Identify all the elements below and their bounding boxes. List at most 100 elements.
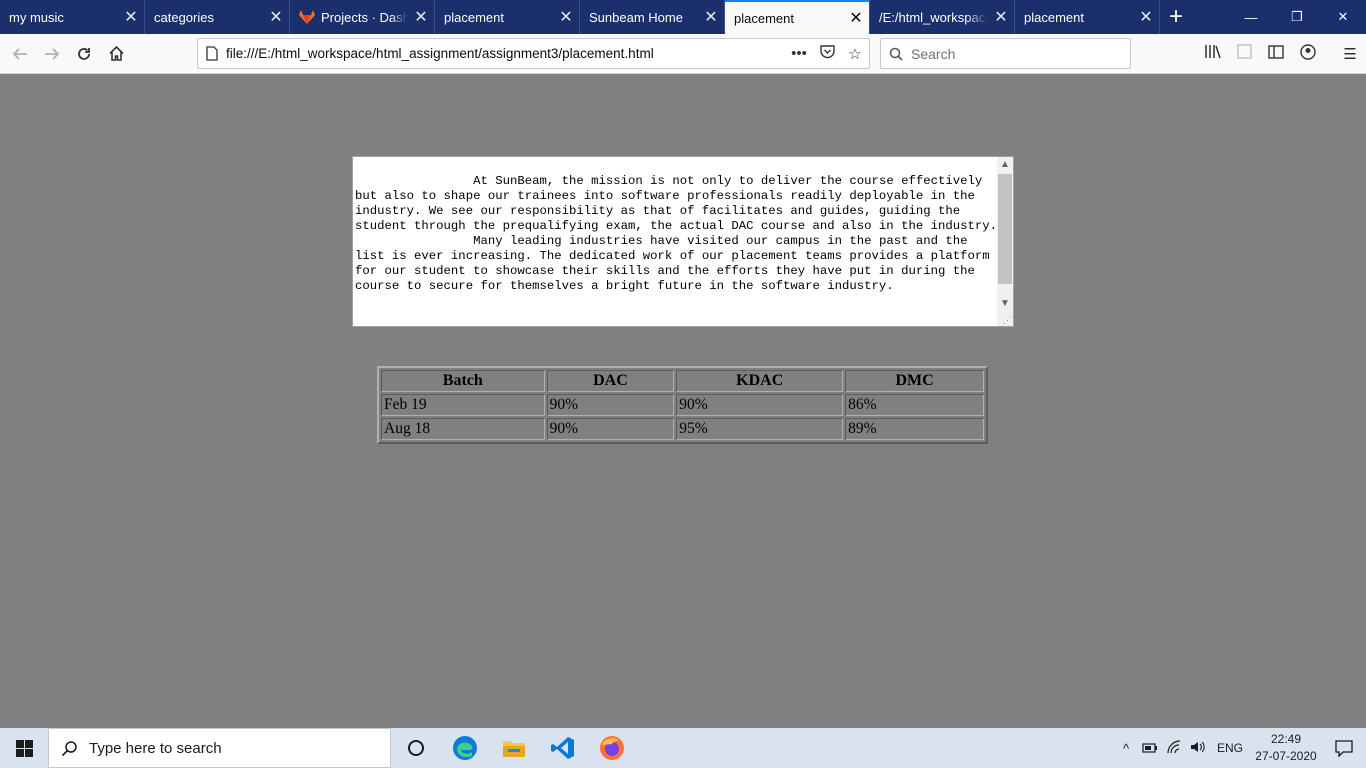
table-cell: 90% [676, 394, 844, 416]
page-content: At SunBeam, the mission is not only to d… [0, 74, 1366, 728]
close-icon[interactable]: ✕ [408, 7, 434, 27]
sidebar-icon[interactable] [1260, 44, 1292, 63]
back-button[interactable] [4, 38, 36, 70]
back-arrow-icon [12, 47, 27, 60]
tab-html-workspace[interactable]: /E:/html_workspace ✕ [870, 0, 1015, 34]
close-icon[interactable]: ✕ [118, 7, 144, 27]
tab-title: my music [9, 9, 64, 25]
table-row: Feb 19 90% 90% 86% [381, 394, 984, 416]
table-cell: Feb 19 [381, 394, 545, 416]
column-header: DAC [546, 370, 675, 392]
tab-projects-dashboard[interactable]: Projects · Dashboard ✕ [290, 0, 435, 34]
toolbar-right: ☰ [1196, 38, 1366, 69]
tab-title: /E:/html_workspace [879, 9, 988, 25]
search-icon [49, 740, 89, 757]
scroll-up-icon[interactable]: ▲ [997, 157, 1013, 173]
resize-grip-icon[interactable]: ⋰ [1003, 315, 1012, 326]
synced-tabs-icon[interactable] [1228, 44, 1260, 63]
edge-icon [452, 736, 477, 760]
tab-placement[interactable]: placement ✕ [435, 0, 580, 34]
close-icon[interactable]: ✕ [263, 7, 289, 27]
pocket-icon[interactable] [813, 44, 841, 63]
close-icon[interactable]: ✕ [553, 7, 579, 27]
restore-icon[interactable]: ❐ [1274, 0, 1320, 34]
new-tab-button[interactable]: + [1160, 0, 1192, 34]
taskbar-firefox[interactable] [587, 728, 636, 768]
wifi-icon[interactable] [1162, 739, 1186, 757]
url-text[interactable]: file:///E:/html_workspace/html_assignmen… [226, 46, 785, 61]
navigation-toolbar: file:///E:/html_workspace/html_assignmen… [0, 34, 1366, 74]
reload-button[interactable] [68, 38, 100, 70]
table-cell: 89% [845, 418, 984, 440]
menu-icon[interactable]: ☰ [1334, 45, 1366, 63]
tab-title: placement [1024, 9, 1084, 25]
window-controls: — ❐ ✕ [1228, 0, 1366, 34]
taskbar-edge[interactable] [440, 728, 489, 768]
cortana-icon [407, 740, 424, 756]
about-textarea[interactable]: At SunBeam, the mission is not only to d… [352, 156, 1014, 327]
close-icon[interactable]: ✕ [843, 8, 869, 28]
cortana-button[interactable] [391, 728, 440, 768]
textarea-content[interactable]: At SunBeam, the mission is not only to d… [355, 174, 997, 294]
page-actions-icon[interactable]: ••• [785, 45, 813, 62]
forward-button[interactable] [36, 38, 68, 70]
textarea-scrollbar[interactable]: ▲ ▼ ⋰ [997, 157, 1013, 326]
battery-icon[interactable] [1138, 741, 1162, 756]
taskbar: Type here to search ^ ENG 22:49 27-07-20… [0, 728, 1366, 768]
windows-logo-icon [15, 739, 33, 757]
page-icon [198, 46, 226, 61]
chevron-up-icon[interactable]: ^ [1114, 741, 1138, 756]
forward-arrow-icon [45, 47, 60, 60]
tab-placement-2[interactable]: placement ✕ [1015, 0, 1160, 34]
taskbar-search-box[interactable]: Type here to search [48, 728, 391, 768]
minimize-icon[interactable]: — [1228, 0, 1274, 34]
scrollbar-thumb[interactable] [998, 174, 1012, 284]
tab-title: placement [734, 10, 794, 26]
placement-table: Batch DAC KDAC DMC Feb 19 90% 90% 86% Au… [377, 366, 988, 444]
table-cell: 95% [676, 418, 844, 440]
tab-title: placement [444, 9, 504, 25]
bookmark-star-icon[interactable]: ☆ [841, 45, 869, 63]
table-cell: Aug 18 [381, 418, 545, 440]
notification-icon [1335, 739, 1353, 757]
scroll-down-icon[interactable]: ▼ [997, 296, 1013, 312]
table-row: Aug 18 90% 95% 89% [381, 418, 984, 440]
vscode-icon [550, 737, 574, 759]
column-header: DMC [845, 370, 984, 392]
tab-title: categories [154, 9, 214, 25]
home-button[interactable] [100, 38, 132, 70]
tab-categories[interactable]: categories ✕ [145, 0, 290, 34]
tab-title: Sunbeam Home [589, 9, 683, 25]
clock-time: 22:49 [1270, 732, 1302, 746]
clock[interactable]: 22:49 27-07-2020 [1250, 731, 1322, 765]
address-bar[interactable]: file:///E:/html_workspace/html_assignmen… [197, 38, 870, 69]
language-indicator[interactable]: ENG [1210, 741, 1250, 755]
tab-placement-active[interactable]: placement ✕ [725, 0, 870, 34]
column-header: KDAC [676, 370, 844, 392]
taskbar-file-explorer[interactable] [489, 728, 538, 768]
close-icon[interactable]: ✕ [698, 7, 724, 27]
library-icon[interactable] [1196, 44, 1228, 63]
table-cell: 90% [546, 394, 675, 416]
notifications-button[interactable] [1322, 739, 1366, 757]
search-placeholder: Search [911, 45, 956, 62]
close-icon[interactable]: ✕ [988, 7, 1014, 27]
window-close-icon[interactable]: ✕ [1320, 0, 1366, 34]
system-tray: ^ ENG 22:49 27-07-2020 [1114, 728, 1366, 768]
table-header-row: Batch DAC KDAC DMC [381, 370, 984, 392]
firefox-icon [599, 736, 624, 760]
search-bar[interactable]: Search [880, 38, 1131, 69]
taskbar-vscode[interactable] [538, 728, 587, 768]
tab-title: Projects · Dashboard [321, 9, 408, 25]
reload-icon [78, 47, 90, 60]
gitlab-icon [299, 10, 315, 24]
volume-icon[interactable] [1186, 740, 1210, 757]
table-cell: 86% [845, 394, 984, 416]
tab-my-music[interactable]: my music ✕ [0, 0, 145, 34]
close-icon[interactable]: ✕ [1133, 7, 1159, 27]
search-icon [881, 47, 911, 61]
start-button[interactable] [0, 728, 48, 768]
tab-sunbeam-home[interactable]: Sunbeam Home ✕ [580, 0, 725, 34]
table-cell: 90% [546, 418, 675, 440]
account-icon[interactable] [1292, 43, 1324, 64]
